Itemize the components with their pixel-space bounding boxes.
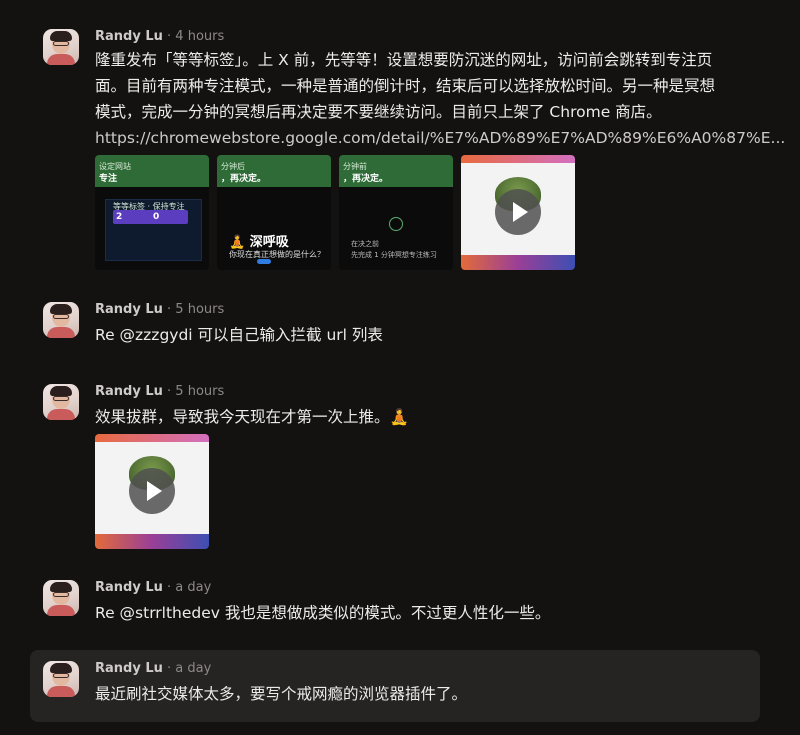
post-meta: Randy Lu · 5 hours	[95, 384, 224, 399]
author-name[interactable]: Randy Lu	[95, 661, 163, 676]
post-text-line: 最近刷社交媒体太多，要写个戒网瘾的浏览器插件了。	[95, 685, 468, 703]
author-name[interactable]: Randy Lu	[95, 302, 163, 317]
play-icon[interactable]	[495, 189, 541, 235]
post: Randy Lu · 4 hours 隆重发布「等等标签」。上 X 前，先等等！…	[30, 20, 785, 280]
post-text: 隆重发布「等等标签」。上 X 前，先等等！设置想要防沉迷的网址，访问前会跳转到专…	[95, 47, 785, 151]
post-text-line: Re @zzzgydi 可以自己输入拦截 url 列表	[95, 326, 383, 344]
thumb-stat: 0	[153, 212, 160, 222]
post-text: Re @zzzgydi 可以自己输入拦截 url 列表	[95, 322, 383, 348]
author-name[interactable]: Randy Lu	[95, 580, 163, 595]
post-meta: Randy Lu · a day	[95, 580, 211, 595]
post-text-line: 隆重发布「等等标签」。上 X 前，先等等！设置想要防沉迷的网址，访问前会跳转到专…	[95, 51, 713, 69]
post-link[interactable]: https://chromewebstore.google.com/detail…	[95, 125, 785, 151]
thumb-title: 专注	[99, 174, 118, 184]
avatar[interactable]	[43, 661, 79, 697]
author-name[interactable]: Randy Lu	[95, 384, 163, 399]
thumb-heading: 🧘 深呼吸	[229, 235, 289, 250]
video-thumbnail[interactable]	[461, 155, 575, 270]
post-time[interactable]: · 5 hours	[167, 384, 224, 399]
author-name[interactable]: Randy Lu	[95, 29, 163, 44]
meditation-icon	[389, 217, 403, 231]
avatar[interactable]	[43, 384, 79, 420]
post-meta: Randy Lu · 5 hours	[95, 302, 224, 317]
media-gallery: 设定网站 专注 等等标签 · 保持专注 2 0 分钟后 ，再决定。 🧘 深呼吸 …	[95, 155, 575, 270]
post-text-line: Re @strrlthedev 我也是想做成类似的模式。不过更人性化一些。	[95, 604, 551, 622]
post-time[interactable]: · 5 hours	[167, 302, 224, 317]
post-meta: Randy Lu · a day	[95, 661, 211, 676]
post-time[interactable]: · a day	[167, 661, 211, 676]
post: Randy Lu · a day Re @strrlthedev 我也是想做成类…	[30, 568, 760, 628]
post-text-line: 模式，完成一分钟的冥想后再决定要不要继续访问。目前只上架了 Chrome 商店。	[95, 103, 662, 121]
post-time[interactable]: · a day	[167, 580, 211, 595]
video-thumbnail[interactable]	[95, 434, 209, 549]
avatar[interactable]	[43, 580, 79, 616]
post-text-line: 面。目前有两种专注模式，一种是普通的倒计时，结束后可以选择放松时间。另一种是冥想	[95, 77, 716, 95]
post-highlighted[interactable]: Randy Lu · a day 最近刷社交媒体太多，要写个戒网瘾的浏览器插件了…	[30, 650, 760, 722]
thumb-caption: 先完成 1 分钟冥想专注练习	[351, 251, 437, 259]
post: Randy Lu · 5 hours 效果拔群，导致我今天现在才第一次上推。🧘	[30, 372, 760, 552]
thumb-caption: 在决之前	[351, 240, 379, 248]
post-text: 效果拔群，导致我今天现在才第一次上推。🧘	[95, 404, 409, 430]
thumb-title: ，再决定。	[221, 174, 267, 184]
post-text-line: 效果拔群，导致我今天现在才第一次上推。🧘	[95, 408, 409, 426]
post-text: 最近刷社交媒体太多，要写个戒网瘾的浏览器插件了。	[95, 681, 467, 707]
thumb-title: ，再决定。	[343, 174, 389, 184]
avatar[interactable]	[43, 29, 79, 65]
post-time[interactable]: · 4 hours	[167, 29, 224, 44]
thumb-stat: 2	[116, 212, 123, 222]
avatar[interactable]	[43, 302, 79, 338]
post: Randy Lu · 5 hours Re @zzzgydi 可以自己输入拦截 …	[30, 290, 760, 350]
thumb-subtitle: 你现在真正想做的是什么？	[229, 250, 325, 259]
media-thumbnail[interactable]: 设定网站 专注 等等标签 · 保持专注 2 0	[95, 155, 209, 270]
play-icon[interactable]	[129, 468, 175, 514]
media-thumbnail[interactable]: 分钟后 ，再决定。 🧘 深呼吸 你现在真正想做的是什么？	[217, 155, 331, 270]
post-meta: Randy Lu · 4 hours	[95, 29, 224, 44]
post-text: Re @strrlthedev 我也是想做成类似的模式。不过更人性化一些。	[95, 600, 550, 626]
media-thumbnail[interactable]: 分钟前 ，再决定。 在决之前 先完成 1 分钟冥想专注练习	[339, 155, 453, 270]
media-gallery	[95, 434, 209, 549]
